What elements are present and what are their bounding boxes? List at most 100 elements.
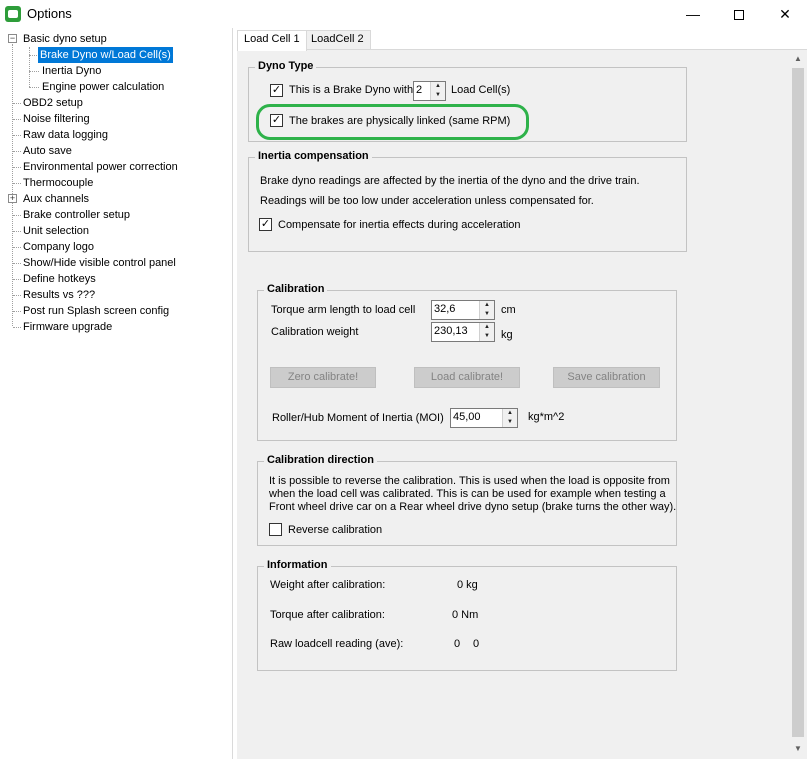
- up-arrow-icon[interactable]: ▲: [480, 301, 494, 310]
- tree-item-brake-dyno[interactable]: Brake Dyno w/Load Cell(s): [38, 47, 173, 63]
- expand-icon[interactable]: +: [8, 194, 17, 203]
- highlight-annotation: [256, 104, 529, 140]
- compensate-checkbox[interactable]: ✓: [259, 218, 272, 231]
- down-arrow-icon[interactable]: ▼: [431, 91, 445, 100]
- calibration-title: Calibration: [264, 283, 328, 295]
- tree-line: [13, 215, 21, 216]
- up-arrow-icon[interactable]: ▲: [480, 323, 494, 332]
- calibration-weight-value: 230,13: [434, 325, 468, 337]
- tree-line: [29, 71, 39, 72]
- inertia-title: Inertia compensation: [255, 150, 372, 162]
- arm-length-label: Torque arm length to load cell: [271, 304, 416, 316]
- direction-text-1: It is possible to reverse the calibratio…: [269, 475, 670, 487]
- tree-item-unit-selection[interactable]: Unit selection: [23, 223, 89, 239]
- tree-line: [13, 311, 21, 312]
- tree-line: [13, 119, 21, 120]
- tree-line: [13, 231, 21, 232]
- reverse-calibration-checkbox[interactable]: [269, 523, 282, 536]
- tab-load-cell-2[interactable]: LoadCell 2: [304, 30, 371, 50]
- raw-reading-value-2: 0: [473, 638, 480, 650]
- maximize-icon: [734, 10, 744, 21]
- scroll-up-icon[interactable]: ▲: [789, 50, 807, 67]
- load-cells-label: Load Cell(s): [451, 84, 511, 96]
- tree-item-inertia-dyno[interactable]: Inertia Dyno: [42, 63, 101, 79]
- options-tree[interactable]: − Basic dyno setup Brake Dyno w/Load Cel…: [0, 28, 233, 759]
- tab-load-cell-1[interactable]: Load Cell 1: [237, 30, 307, 51]
- tree-line: [29, 47, 30, 87]
- tree-line: [13, 327, 21, 328]
- maximize-button[interactable]: [716, 0, 762, 28]
- tree-item-obd2[interactable]: OBD2 setup: [23, 95, 83, 111]
- tree-line: [13, 263, 21, 264]
- moi-unit: kg*m^2: [528, 411, 565, 423]
- torque-after-value: 0 Nm: [452, 609, 479, 621]
- calibration-weight-stepper[interactable]: 230,13 ▲ ▼: [431, 322, 495, 342]
- tree-item-firmware-upgrade[interactable]: Firmware upgrade: [23, 319, 112, 335]
- tree-item-env-correction[interactable]: Environmental power correction: [23, 159, 178, 175]
- scroll-thumb[interactable]: [792, 68, 804, 737]
- tree-item-hotkeys[interactable]: Define hotkeys: [23, 271, 96, 287]
- stepper-buttons[interactable]: ▲ ▼: [502, 409, 517, 427]
- tree-line: [29, 87, 39, 88]
- stepper-buttons[interactable]: ▲ ▼: [479, 301, 494, 319]
- weight-after-label: Weight after calibration:: [270, 579, 386, 591]
- load-cell-count-stepper[interactable]: 2 ▲ ▼: [413, 81, 446, 101]
- tree-line: [13, 151, 21, 152]
- up-arrow-icon[interactable]: ▲: [503, 409, 517, 418]
- weight-after-value: 0 kg: [457, 579, 478, 591]
- tree-item-engine-power[interactable]: Engine power calculation: [42, 79, 164, 95]
- arm-length-value: 32,6: [434, 303, 456, 315]
- tree-item-results-vs[interactable]: Results vs ???: [23, 287, 95, 303]
- reverse-calibration-label: Reverse calibration: [288, 524, 383, 536]
- app-icon: [5, 6, 21, 22]
- close-button[interactable]: ✕: [762, 0, 807, 28]
- tree-item-auto-save[interactable]: Auto save: [23, 143, 72, 159]
- tree-item-raw-logging[interactable]: Raw data logging: [23, 127, 108, 143]
- tree-item-splash-config[interactable]: Post run Splash screen config: [23, 303, 169, 319]
- load-cell-count-value: 2: [416, 84, 423, 96]
- tree-line: [13, 135, 21, 136]
- moi-label: Roller/Hub Moment of Inertia (MOI): [272, 412, 444, 424]
- tree-line: [13, 103, 21, 104]
- tree-item-basic-dyno-setup[interactable]: Basic dyno setup: [23, 31, 107, 47]
- load-calibrate-button[interactable]: Load calibrate!: [414, 367, 520, 388]
- information-title: Information: [264, 559, 331, 571]
- brake-dyno-label: This is a Brake Dyno with: [289, 84, 414, 96]
- tree-item-brake-controller[interactable]: Brake controller setup: [23, 207, 130, 223]
- tree-item-company-logo[interactable]: Company logo: [23, 239, 94, 255]
- up-arrow-icon[interactable]: ▲: [431, 82, 445, 91]
- tree-item-show-hide-panel[interactable]: Show/Hide visible control panel: [23, 255, 176, 271]
- calibration-weight-label: Calibration weight: [271, 326, 359, 338]
- moi-value: 45,00: [453, 411, 481, 423]
- inertia-text-1: Brake dyno readings are affected by the …: [260, 175, 640, 187]
- calibration-direction-title: Calibration direction: [264, 454, 377, 466]
- tree-line: [13, 183, 21, 184]
- moi-stepper[interactable]: 45,00 ▲ ▼: [450, 408, 518, 428]
- raw-reading-value-1: 0: [454, 638, 461, 650]
- down-arrow-icon[interactable]: ▼: [503, 418, 517, 427]
- vertical-scrollbar[interactable]: ▲ ▼: [789, 50, 807, 759]
- tree-line: [13, 247, 21, 248]
- tree-line: [13, 295, 21, 296]
- stepper-buttons[interactable]: ▲ ▼: [430, 82, 445, 100]
- scroll-down-icon[interactable]: ▼: [789, 740, 807, 757]
- down-arrow-icon[interactable]: ▼: [480, 310, 494, 319]
- arm-length-stepper[interactable]: 32,6 ▲ ▼: [431, 300, 495, 320]
- collapse-icon[interactable]: −: [8, 34, 17, 43]
- compensate-label: Compensate for inertia effects during ac…: [278, 219, 521, 231]
- window-title: Options: [27, 6, 72, 21]
- tree-item-aux-channels[interactable]: Aux channels: [23, 191, 89, 207]
- direction-text-2: when the load cell was calibrated. This …: [269, 488, 666, 500]
- minimize-button[interactable]: —: [670, 0, 716, 28]
- title-bar: Options — ✕: [0, 0, 807, 28]
- tree-item-thermocouple[interactable]: Thermocouple: [23, 175, 93, 191]
- zero-calibrate-button[interactable]: Zero calibrate!: [270, 367, 376, 388]
- down-arrow-icon[interactable]: ▼: [480, 332, 494, 341]
- brake-dyno-checkbox[interactable]: ✓: [270, 84, 283, 97]
- stepper-buttons[interactable]: ▲ ▼: [479, 323, 494, 341]
- direction-text-3: Front wheel drive car on a Rear wheel dr…: [269, 501, 677, 513]
- raw-reading-label: Raw loadcell reading (ave):: [270, 638, 404, 650]
- calibration-weight-unit: kg: [501, 329, 513, 341]
- save-calibration-button[interactable]: Save calibration: [553, 367, 660, 388]
- tree-item-noise[interactable]: Noise filtering: [23, 111, 90, 127]
